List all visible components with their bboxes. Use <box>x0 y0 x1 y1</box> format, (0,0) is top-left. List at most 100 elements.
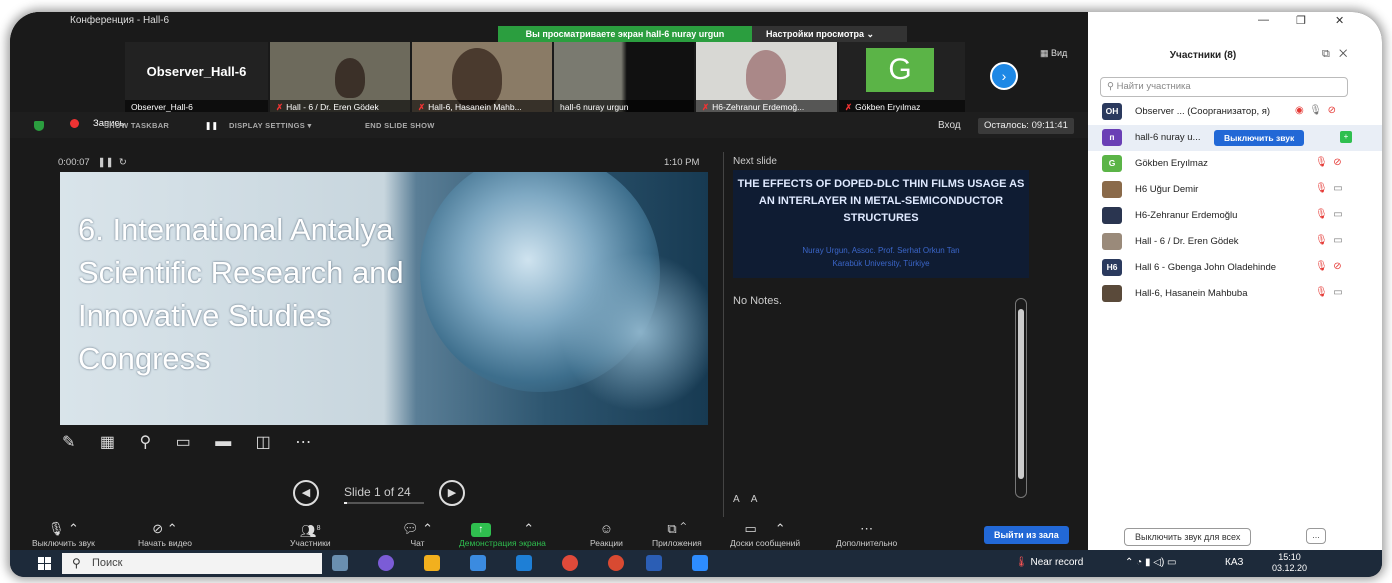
elapsed-timer: 0:00:07 ❚❚ ↻ <box>58 157 127 168</box>
slides-grid-icon[interactable]: ▦ <box>100 432 115 452</box>
taskbar-clock[interactable]: 15:10 03.12.20 <box>1272 552 1307 574</box>
apps-button[interactable]: ⧉ ⌃ Приложения <box>652 520 702 548</box>
mic-muted-icon: 🎙︎ <box>1315 209 1328 220</box>
control-row: Запись SHOW TASKBAR ❚❚ DISPLAY SETTINGS … <box>10 112 1088 138</box>
participant-name: Hall - 6 / Dr. Eren Gödek <box>1135 236 1239 247</box>
language-indicator[interactable]: КАЗ <box>1225 557 1243 568</box>
black-screen-icon[interactable]: ▭ <box>176 432 191 452</box>
windows-start-icon[interactable] <box>38 557 51 570</box>
camera-off-icon: ⊘ <box>1333 261 1342 272</box>
word-icon[interactable] <box>646 555 662 571</box>
notes-scrollbar[interactable] <box>1015 298 1027 498</box>
record-icon <box>70 118 79 128</box>
task-view-icon[interactable] <box>332 555 348 571</box>
mic-muted-icon: 🎙︎ <box>1315 157 1328 168</box>
restart-icon: ↻ <box>118 157 127 168</box>
smiley-icon: ☺ <box>599 521 614 536</box>
person-image <box>452 48 502 108</box>
participant-name: Hall-6, Hasanein Mahbuba <box>1135 288 1248 299</box>
participant-row[interactable]: H6 Hall 6 - Gbenga John Oladehinde 🎙︎ ⊘ <box>1088 255 1382 281</box>
start-video-button[interactable]: ⊘ ⌃ Начать видео <box>138 520 192 548</box>
end-slide-show-button[interactable]: END SLIDE SHOW <box>365 121 435 130</box>
mute-all-button[interactable]: Выключить звук для всех <box>1124 528 1252 546</box>
more-button[interactable]: ⋯ Дополнительно <box>836 520 897 548</box>
panel-controls: ⧉ ✕ <box>1322 48 1347 61</box>
font-size-controls[interactable]: A A <box>733 494 757 505</box>
video-tile[interactable]: Observer_Hall-6 Observer_Hall-6 <box>125 42 268 114</box>
pause-icon[interactable]: ❚❚ <box>205 121 218 130</box>
next-slide-subtitle: Nuray Urgun, Assoc. Prof. Serhat Orkun T… <box>802 246 960 268</box>
divider <box>723 152 724 527</box>
status-icons: 🎙︎ ▭ <box>1315 235 1343 246</box>
popout-icon[interactable]: ⧉ <box>1322 48 1330 60</box>
previous-slide-icon[interactable]: ◀ <box>293 480 319 506</box>
system-tray-icons[interactable]: ⌃ ◔ ▮ ◁) ▭ <box>1125 557 1177 568</box>
zoom-app-icon[interactable] <box>692 555 708 571</box>
avatar: H6 <box>1102 259 1122 276</box>
share-screen-button[interactable]: ↑ ⌃ Демонстрация экрана <box>459 520 546 548</box>
video-tile[interactable]: ✗ Hall - 6 / Dr. Eren Gödek <box>270 42 410 114</box>
zoom-meeting-window: Конференция - Hall-6 Вы просматриваете э… <box>10 12 1088 550</box>
mute-participant-button[interactable]: Выключить звук <box>1214 130 1305 146</box>
store-icon[interactable] <box>470 555 486 571</box>
status-icons: 🎙︎ ⊘ <box>1315 261 1342 272</box>
restore-icon[interactable]: ❐ <box>1296 14 1306 27</box>
record-indicator[interactable]: 🌡︎ Near record <box>1015 557 1083 568</box>
thermometer-icon: 🌡︎ <box>1015 557 1028 568</box>
participants-button[interactable]: 👥︎8 Участники <box>290 520 331 548</box>
next-page-arrow-icon[interactable]: › <box>990 62 1018 90</box>
participant-search-input[interactable]: ⚲ Найти участника <box>1100 77 1348 97</box>
chrome-icon[interactable] <box>562 555 578 571</box>
video-tile[interactable]: ✗ H6-Zehranur Erdemoğ... <box>696 42 837 114</box>
slide-progress-fill <box>344 502 348 504</box>
view-options-button[interactable]: Настройки просмотра ⌄ <box>752 26 907 42</box>
powerpoint-icon[interactable] <box>608 555 624 571</box>
camera-icon[interactable]: ◫ <box>256 432 271 452</box>
avatar: G <box>1102 155 1122 172</box>
next-slide-icon[interactable]: ▶ <box>439 480 465 506</box>
reactions-button[interactable]: ☺ Реакции <box>590 520 623 548</box>
avatar: ОН <box>1102 103 1122 120</box>
view-button[interactable]: ▦ Вид <box>1040 48 1067 59</box>
participant-row[interactable]: ОН Observer ... (Соорганизатор, я) ◉ 🎙︎ … <box>1088 99 1382 125</box>
whiteboards-button[interactable]: ▭ ⌃ Доски сообщений <box>730 520 800 548</box>
mic-muted-icon: 🎙︎ <box>1315 261 1328 272</box>
screen-share-banner: Вы просматриваете экран hall-6 nuray urg… <box>498 26 752 42</box>
subtitles-icon[interactable]: ▬ <box>215 433 231 451</box>
slide-counter: Slide 1 of 24 <box>344 485 411 499</box>
participant-row[interactable]: Hall-6, Hasanein Mahbuba 🎙︎ ▭ <box>1088 281 1382 307</box>
login-button[interactable]: Вход <box>938 120 961 131</box>
mail-icon[interactable] <box>516 555 532 571</box>
participant-row[interactable]: Hall - 6 / Dr. Eren Gödek 🎙︎ ▭ <box>1088 229 1382 255</box>
participant-row[interactable]: G Gökben Eryılmaz 🎙︎ ⊘ <box>1088 151 1382 177</box>
participant-name: Hall 6 - Gbenga John Oladehinde <box>1135 262 1277 273</box>
minimize-icon[interactable]: — <box>1258 14 1269 26</box>
clock: 1:10 PM <box>664 157 700 168</box>
participant-row[interactable]: H6-Zehranur Erdemoğlu 🎙︎ ▭ <box>1088 203 1382 229</box>
next-slide-preview[interactable]: THE EFFECTS OF DOPED-DLC THIN FILMS USAG… <box>733 170 1029 278</box>
video-tile[interactable]: G ✗ Gökben Eryılmaz <box>839 42 965 114</box>
display-settings-button[interactable]: DISPLAY SETTINGS ▾ <box>229 121 312 130</box>
video-tile[interactable]: ✗ Hall-6, Hasanein Mahb... <box>412 42 552 114</box>
status-icons: 🎙︎ ⊘ <box>1315 157 1342 168</box>
show-taskbar-button[interactable]: SHOW TASKBAR <box>104 121 169 130</box>
leave-button[interactable]: Выйти из зала <box>984 526 1069 544</box>
mic-muted-icon: ✗ <box>276 102 284 112</box>
chat-button[interactable]: 💬︎ ⌃ Чат <box>402 520 433 548</box>
app-icon[interactable] <box>378 555 394 571</box>
more-options-icon[interactable]: ⋯ <box>295 432 311 452</box>
taskbar-search-input[interactable]: ⚲ Поиск <box>62 553 322 574</box>
video-tile[interactable]: hall-6 nuray urgun <box>554 42 694 114</box>
zoom-magnifier-icon[interactable]: ⚲ <box>139 432 151 452</box>
participant-name: H6-Zehranur Erdemoğlu <box>1135 210 1238 221</box>
participant-avatar: G <box>866 48 934 92</box>
pen-icon[interactable]: ✎ <box>62 432 75 452</box>
more-options-button[interactable]: ... <box>1306 528 1326 544</box>
close-panel-icon[interactable]: ✕ <box>1339 48 1347 60</box>
mute-button[interactable]: 🎙︎ ⌃ Выключить звук <box>32 520 95 548</box>
participant-row[interactable]: п hall-6 nuray u... Выключить звук + <box>1088 125 1382 151</box>
participant-row[interactable]: H6 Uğur Demir 🎙︎ ▭ <box>1088 177 1382 203</box>
status-icons: 🎙︎ ▭ <box>1315 209 1343 220</box>
file-explorer-icon[interactable] <box>424 555 440 571</box>
close-icon[interactable]: ✕ <box>1335 14 1344 27</box>
